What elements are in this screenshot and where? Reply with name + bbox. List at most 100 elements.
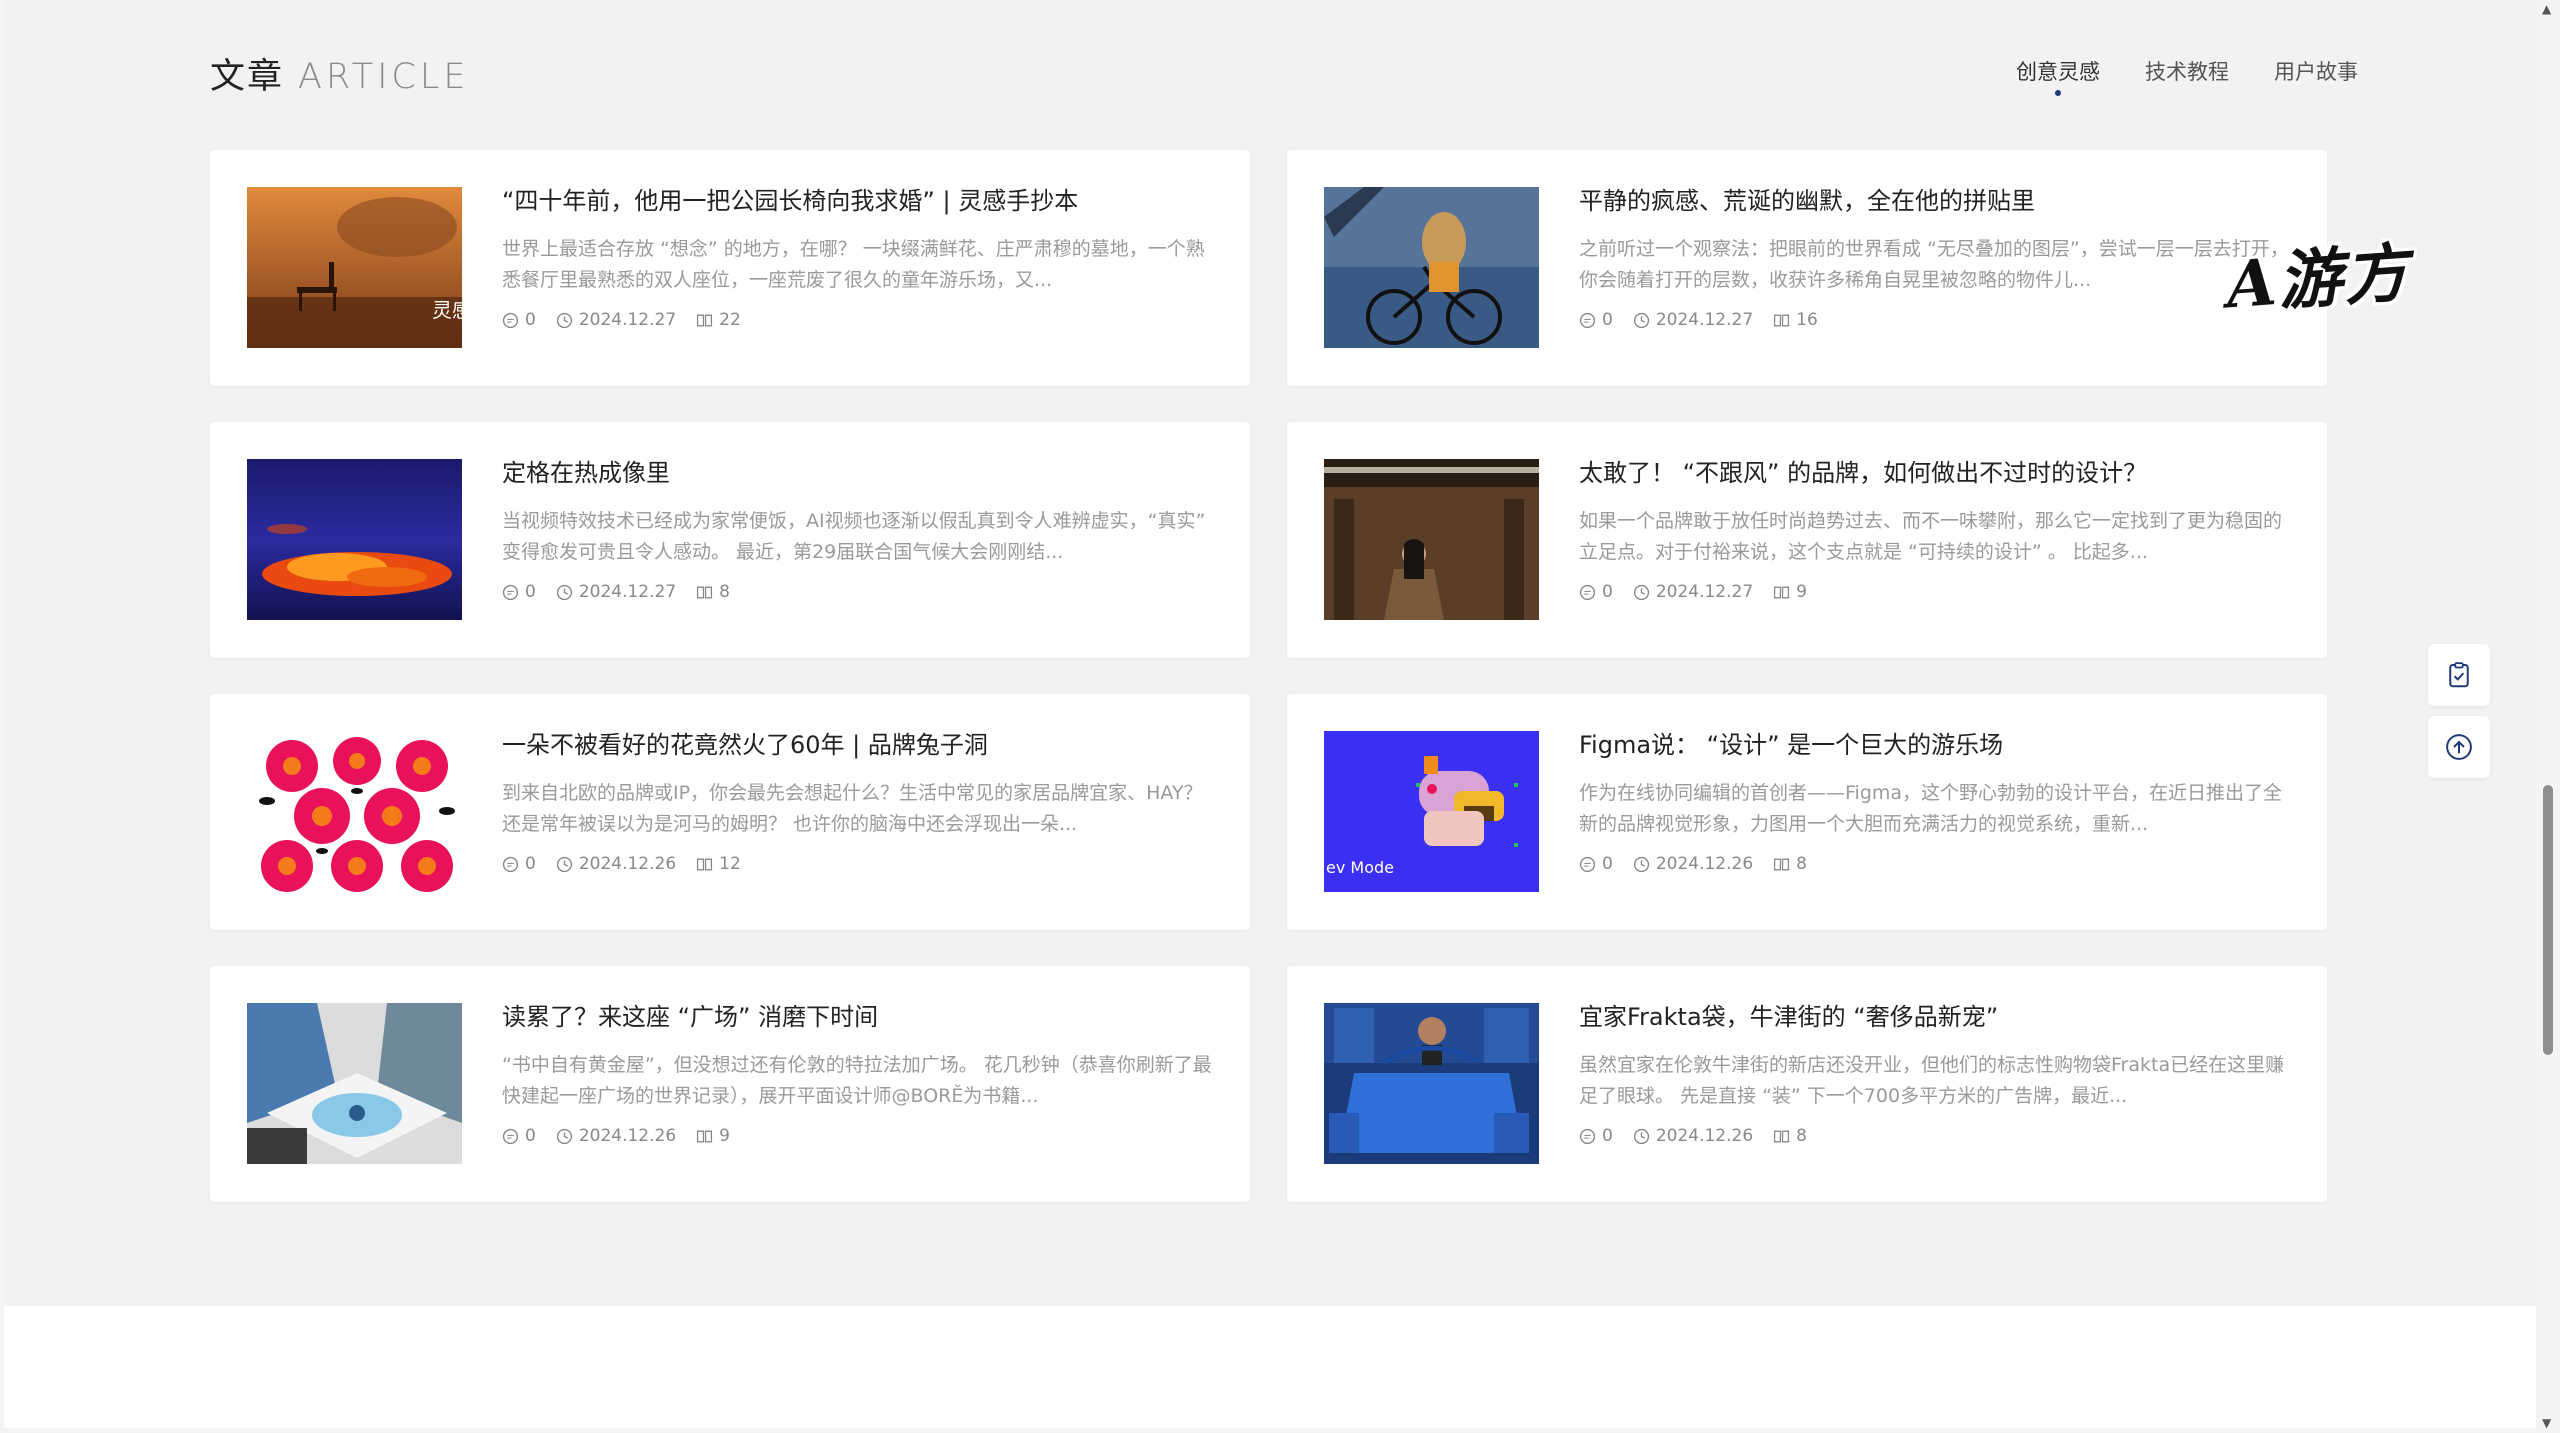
- publish-date: 2024.12.27: [556, 310, 676, 330]
- book-icon: [1774, 1130, 1790, 1142]
- scrollbar[interactable]: ▲ ▼: [2536, 0, 2560, 1433]
- article-excerpt: 虽然宜家在伦敦牛津街的新店还没开业，但他们的标志性购物袋Frakta已经在这里赚…: [1579, 1054, 2285, 1107]
- clock-icon: [1633, 312, 1649, 328]
- comment-count-value: 0: [1602, 582, 1613, 602]
- article-card[interactable]: ev Mode Figma说： “设计” 是一个巨大的游乐场 作为在线协同编辑的…: [1287, 694, 2327, 930]
- article-body: 平静的疯感、荒诞的幽默，全在他的拼贴里 之前听过一个观察法：把眼前的世界看成 “…: [1579, 184, 2294, 330]
- scroll-up-arrow-icon[interactable]: ▲: [2542, 2, 2551, 16]
- article-card[interactable]: 定格在热成像里 当视频特效技术已经成为家常便饭，AI视频也逐渐以假乱真到令人难辨…: [210, 422, 1250, 658]
- article-title[interactable]: 定格在热成像里: [502, 456, 1217, 490]
- book-icon: [697, 314, 713, 326]
- book-icon: [697, 1130, 713, 1142]
- article-thumbnail[interactable]: [1324, 1003, 1539, 1164]
- article-title[interactable]: 太敢了！ “不跟风” 的品牌，如何做出不过时的设计？: [1579, 456, 2294, 490]
- comment-count: 0: [502, 1126, 536, 1146]
- scroll-down-arrow-icon[interactable]: ▼: [2542, 1416, 2551, 1430]
- book-icon: [1774, 314, 1790, 326]
- article-title[interactable]: Figma说： “设计” 是一个巨大的游乐场: [1579, 728, 2294, 762]
- clipboard-button[interactable]: [2428, 644, 2490, 706]
- arrow-up-circle-icon: [2446, 734, 2472, 760]
- article-thumbnail[interactable]: [247, 1003, 462, 1164]
- publish-date-value: 2024.12.27: [1655, 310, 1754, 330]
- article-card[interactable]: 灵感 “四十年前，他用一把公园长椅向我求婚” | 灵感手抄本 世界上最适合存放 …: [210, 150, 1250, 386]
- article-meta: 0 2024.12.27 16: [1579, 310, 2294, 330]
- article-thumbnail[interactable]: ev Mode: [1324, 731, 1539, 892]
- article-body: 太敢了！ “不跟风” 的品牌，如何做出不过时的设计？ 如果一个品牌敢于放任时尚趋…: [1579, 456, 2294, 602]
- comment-count-value: 0: [1602, 310, 1613, 330]
- watermark-logo: A游方: [2223, 235, 2413, 324]
- article-meta: 0 2024.12.26 8: [1579, 1126, 2294, 1146]
- view-count-value: 9: [719, 1126, 730, 1146]
- publish-date: 2024.12.27: [556, 582, 676, 602]
- article-card[interactable]: 一朵不被看好的花竟然火了60年 | 品牌兔子洞 到来自北欧的品牌或IP，你会最先…: [210, 694, 1250, 930]
- scrollbar-thumb[interactable]: [2543, 785, 2553, 1055]
- tab-user-stories[interactable]: 用户故事: [2274, 56, 2358, 86]
- clock-icon: [1633, 584, 1649, 600]
- thumbnail-image: ev Mode: [1324, 731, 1539, 892]
- active-tab-indicator: [2055, 90, 2061, 96]
- tab-tech-tutorials[interactable]: 技术教程: [2145, 56, 2229, 86]
- article-excerpt: 之前听过一个观察法：把眼前的世界看成 “无尽叠加的图层”，尝试一层一层去打开，你…: [1579, 238, 2289, 291]
- thumbnail-image: [1324, 187, 1539, 348]
- article-card[interactable]: 太敢了！ “不跟风” 的品牌，如何做出不过时的设计？ 如果一个品牌敢于放任时尚趋…: [1287, 422, 2327, 658]
- comment-icon: [1579, 1128, 1596, 1144]
- article-thumbnail[interactable]: [247, 459, 462, 620]
- view-count-value: 9: [1796, 582, 1807, 602]
- article-thumbnail[interactable]: [247, 731, 462, 892]
- view-count-value: 22: [719, 310, 741, 330]
- article-title[interactable]: “四十年前，他用一把公园长椅向我求婚” | 灵感手抄本: [502, 184, 1217, 218]
- comment-count: 0: [502, 582, 536, 602]
- view-count: 8: [1773, 854, 1807, 874]
- article-card[interactable]: 宜家Frakta袋，牛津街的 “奢侈品新宠” 虽然宜家在伦敦牛津街的新店还没开业…: [1287, 966, 2327, 1202]
- article-meta: 0 2024.12.26 12: [502, 854, 1217, 874]
- article-excerpt: 当视频特效技术已经成为家常便饭，AI视频也逐渐以假乱真到令人难辨虚实，“真实” …: [502, 510, 1206, 563]
- article-title[interactable]: 一朵不被看好的花竟然火了60年 | 品牌兔子洞: [502, 728, 1217, 762]
- article-body: 读累了？来这座 “广场” 消磨下时间 “书中自有黄金屋”，但没想过还有伦敦的特拉…: [502, 1000, 1217, 1146]
- tab-creative-inspiration[interactable]: 创意灵感: [2016, 56, 2100, 96]
- article-excerpt: “书中自有黄金屋”，但没想过还有伦敦的特拉法加广场。 花几秒钟（恭喜你刷新了最快…: [502, 1054, 1212, 1107]
- comment-count-value: 0: [1602, 1126, 1613, 1146]
- publish-date: 2024.12.26: [1633, 1126, 1753, 1146]
- clock-icon: [1633, 1128, 1649, 1144]
- comment-count-value: 0: [1602, 854, 1613, 874]
- comment-count: 0: [1579, 1126, 1613, 1146]
- article-excerpt: 世界上最适合存放 “想念” 的地方，在哪？ 一块缀满鲜花、庄严肃穆的墓地，一个熟…: [502, 238, 1205, 291]
- article-excerpt: 到来自北欧的品牌或IP，你会最先会想起什么？生活中常见的家居品牌宜家、HAY？还…: [502, 782, 1203, 835]
- thumbnail-image: [247, 1003, 462, 1164]
- article-body: Figma说： “设计” 是一个巨大的游乐场 作为在线协同编辑的首创者——Fig…: [1579, 728, 2294, 874]
- article-card[interactable]: 读累了？来这座 “广场” 消磨下时间 “书中自有黄金屋”，但没想过还有伦敦的特拉…: [210, 966, 1250, 1202]
- comment-count-value: 0: [525, 310, 536, 330]
- article-body: “四十年前，他用一把公园长椅向我求婚” | 灵感手抄本 世界上最适合存放 “想念…: [502, 184, 1217, 330]
- publish-date-value: 2024.12.26: [578, 1126, 677, 1146]
- back-to-top-button[interactable]: [2428, 716, 2490, 778]
- view-count: 8: [696, 582, 730, 602]
- thumbnail-image: 灵感: [247, 187, 462, 348]
- article-card[interactable]: 平静的疯感、荒诞的幽默，全在他的拼贴里 之前听过一个观察法：把眼前的世界看成 “…: [1287, 150, 2327, 386]
- publish-date: 2024.12.26: [556, 1126, 676, 1146]
- view-count: 9: [1773, 582, 1807, 602]
- view-count: 8: [1773, 1126, 1807, 1146]
- clock-icon: [556, 856, 572, 872]
- tab-label: 创意灵感: [2016, 60, 2100, 84]
- article-title[interactable]: 平静的疯感、荒诞的幽默，全在他的拼贴里: [1579, 184, 2294, 218]
- article-title[interactable]: 读累了？来这座 “广场” 消磨下时间: [502, 1000, 1217, 1034]
- view-count: 16: [1773, 310, 1818, 330]
- section-title-en: ARTICLE: [298, 57, 470, 97]
- view-count-value: 8: [719, 582, 730, 602]
- comment-count: 0: [1579, 854, 1613, 874]
- book-icon: [1774, 858, 1790, 870]
- view-count-value: 8: [1796, 854, 1807, 874]
- section-title-cn: 文章: [210, 57, 285, 97]
- article-title[interactable]: 宜家Frakta袋，牛津街的 “奢侈品新宠”: [1579, 1000, 2294, 1034]
- publish-date-value: 2024.12.26: [578, 854, 677, 874]
- tab-label: 用户故事: [2274, 60, 2358, 84]
- article-thumbnail[interactable]: 灵感: [247, 187, 462, 348]
- view-count: 12: [696, 854, 741, 874]
- thumbnail-image: [247, 459, 462, 620]
- publish-date: 2024.12.26: [556, 854, 676, 874]
- article-thumbnail[interactable]: [1324, 459, 1539, 620]
- publish-date: 2024.12.27: [1633, 582, 1753, 602]
- publish-date-value: 2024.12.27: [1655, 582, 1754, 602]
- article-thumbnail[interactable]: [1324, 187, 1539, 348]
- section-title: 文章 ARTICLE: [210, 48, 470, 98]
